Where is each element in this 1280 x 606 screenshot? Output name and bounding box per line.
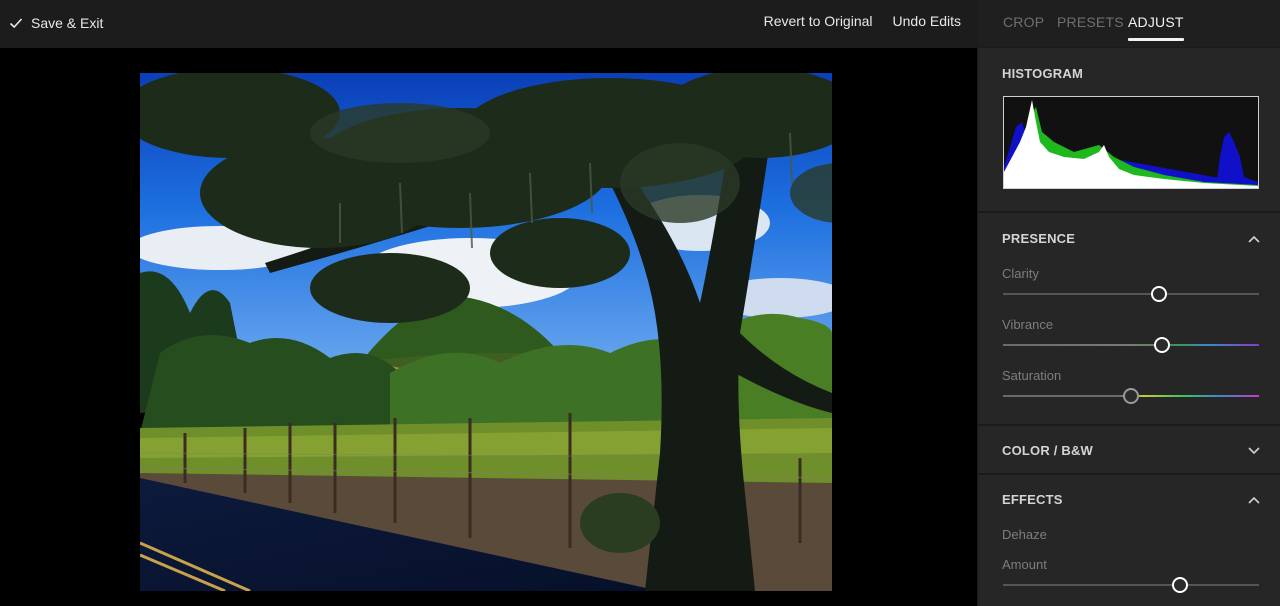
tab-presets[interactable]: PRESETS [1057, 14, 1124, 30]
amount-track[interactable] [1003, 584, 1259, 586]
clarity-slider-handle[interactable] [1151, 286, 1168, 302]
effects-section: EFFECTS Dehaze Amount [978, 475, 1280, 606]
presence-section: PRESENCE Clarity Vibrance Saturation [978, 213, 1280, 426]
color-bw-title: COLOR / B&W [1002, 443, 1094, 458]
revert-to-original-button[interactable]: Revert to Original [764, 13, 873, 29]
chevron-down-icon[interactable] [1248, 447, 1260, 455]
chevron-up-icon[interactable] [1248, 235, 1260, 243]
dehaze-label: Dehaze [1002, 527, 1047, 542]
photo-canvas [0, 48, 977, 606]
chevron-up-icon[interactable] [1248, 496, 1260, 504]
edit-panel: CROP PRESETS ADJUST HISTOGRAM PRESENCE C… [977, 0, 1280, 606]
amount-label: Amount [1002, 557, 1047, 572]
undo-edits-button[interactable]: Undo Edits [893, 13, 961, 29]
histogram-section: HISTOGRAM [978, 48, 1280, 213]
saturation-slider-handle[interactable] [1123, 388, 1139, 404]
checkmark-icon [9, 18, 23, 29]
clarity-track[interactable] [1003, 293, 1259, 295]
vibrance-slider-handle[interactable] [1153, 337, 1170, 353]
save-exit-button[interactable]: Save & Exit [9, 13, 103, 33]
clarity-label: Clarity [1002, 266, 1039, 281]
tab-crop[interactable]: CROP [1003, 14, 1044, 30]
histogram-graph [1003, 96, 1259, 189]
amount-slider-handle[interactable] [1171, 577, 1188, 593]
saturation-label: Saturation [1002, 368, 1062, 383]
histogram-title: HISTOGRAM [1002, 66, 1084, 81]
vibrance-track[interactable] [1003, 344, 1259, 346]
photo-preview[interactable] [140, 73, 832, 591]
top-toolbar: Save & Exit Revert to Original Undo Edit… [0, 0, 977, 48]
vibrance-label: Vibrance [1002, 317, 1054, 332]
save-exit-label: Save & Exit [31, 15, 104, 31]
landscape-photo [140, 73, 832, 591]
tab-adjust[interactable]: ADJUST [1128, 14, 1184, 41]
mode-tabs: CROP PRESETS ADJUST [978, 0, 1280, 48]
color-bw-section[interactable]: COLOR / B&W [978, 426, 1280, 475]
effects-title: EFFECTS [1002, 492, 1063, 507]
presence-title: PRESENCE [1002, 231, 1076, 246]
